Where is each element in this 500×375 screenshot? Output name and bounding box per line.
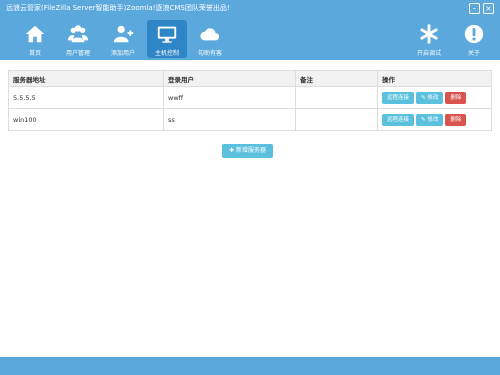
minimize-icon: – (472, 3, 477, 13)
toolbar-home[interactable]: 首页 (15, 20, 55, 58)
cloud-icon (200, 28, 220, 41)
cell-actions: 远程连接 ✎ 修改 删除 (377, 108, 492, 131)
server-table: 服务器地址 登录用户 备注 操作 5.5.5.5 wwff 远程连接 ✎ 修改 删除… (8, 70, 492, 131)
window-title: 远浪云管家(FileZilla Server智能助手)Zoomla!逐浪CMS团… (6, 4, 230, 12)
main-toolbar: 首页 用户管理 添加用户 主机控制 勾助有客 开启调试 关于 (0, 18, 500, 60)
asterisk-icon (420, 24, 438, 44)
remote-connect-label: 远程连接 (387, 116, 410, 123)
delete-label: 删除 (450, 116, 462, 123)
title-bar: 远浪云管家(FileZilla Server智能助手)Zoomla!逐浪CMS团… (0, 0, 500, 18)
table-row: 5.5.5.5 wwff 远程连接 ✎ 修改 删除 (8, 86, 492, 109)
cell-address: 5.5.5.5 (8, 86, 164, 109)
toolbar-cloud-label: 勾助有客 (197, 50, 222, 57)
toolbar-cloud[interactable]: 勾助有客 (190, 20, 230, 58)
minimize-button[interactable]: – (469, 3, 480, 14)
main-content: 服务器地址 登录用户 备注 操作 5.5.5.5 wwff 远程连接 ✎ 修改 删除… (0, 60, 500, 357)
edit-icon: ✎ (421, 116, 426, 123)
remote-connect-label: 远程连接 (387, 94, 410, 101)
delete-button[interactable]: 删除 (445, 113, 467, 126)
status-bar (0, 357, 500, 375)
toolbar-start-debug-label: 开启调试 (416, 50, 441, 57)
toolbar-host-control-label: 主机控制 (154, 50, 179, 57)
delete-label: 删除 (450, 94, 462, 101)
users-icon (67, 25, 89, 43)
toolbar-about[interactable]: 关于 (454, 20, 494, 58)
cell-address: win100 (8, 108, 164, 131)
header-actions: 操作 (377, 70, 492, 87)
cell-note (295, 86, 378, 109)
header-note: 备注 (295, 70, 378, 87)
plus-icon: ✚ (229, 147, 235, 154)
toolbar-start-debug[interactable]: 开启调试 (409, 20, 449, 58)
monitor-icon (157, 26, 177, 43)
toolbar-about-label: 关于 (467, 50, 480, 57)
edit-label: 修改 (427, 94, 439, 101)
close-button[interactable]: × (483, 3, 494, 14)
edit-button[interactable]: ✎ 修改 (416, 113, 444, 126)
edit-button[interactable]: ✎ 修改 (416, 91, 444, 104)
edit-icon: ✎ (421, 94, 426, 101)
toolbar-home-label: 首页 (28, 50, 41, 57)
cell-note (295, 108, 378, 131)
cell-actions: 远程连接 ✎ 修改 删除 (377, 86, 492, 109)
table-header: 服务器地址 登录用户 备注 操作 (8, 70, 492, 87)
alert-icon (464, 24, 484, 44)
toolbar-add-user[interactable]: 添加用户 (103, 20, 143, 58)
remote-connect-button[interactable]: 远程连接 (382, 113, 415, 126)
toolbar-users-label: 用户管理 (65, 50, 90, 57)
table-row: win100 ss 远程连接 ✎ 修改 删除 (8, 108, 492, 131)
remote-connect-button[interactable]: 远程连接 (382, 91, 415, 104)
cell-user: ss (163, 108, 296, 131)
toolbar-users[interactable]: 用户管理 (58, 20, 98, 58)
home-icon (25, 25, 45, 43)
window-controls: – × (469, 3, 494, 14)
cell-user: wwff (163, 86, 296, 109)
add-user-icon (113, 25, 134, 43)
toolbar-host-control[interactable]: 主机控制 (147, 20, 187, 58)
delete-button[interactable]: 删除 (445, 91, 467, 104)
header-user: 登录用户 (163, 70, 296, 87)
edit-label: 修改 (427, 116, 439, 123)
add-server-label: 新增服务器 (235, 147, 266, 154)
app-window: 远浪云管家(FileZilla Server智能助手)Zoomla!逐浪CMS团… (0, 0, 500, 375)
add-server-button[interactable]: ✚ 新增服务器 (222, 144, 273, 158)
toolbar-add-user-label: 添加用户 (110, 50, 135, 57)
close-icon: × (485, 3, 492, 13)
header-address: 服务器地址 (8, 70, 164, 87)
